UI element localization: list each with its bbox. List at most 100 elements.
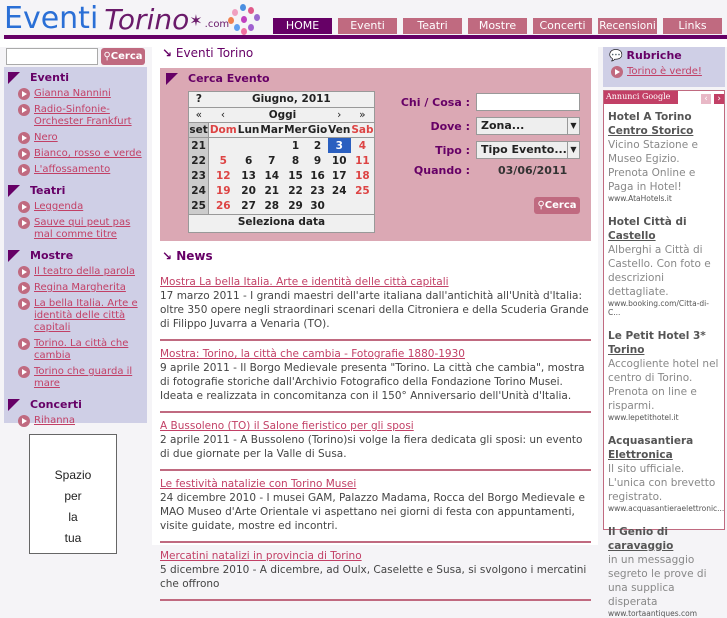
calendar-day[interactable]: 10 — [328, 153, 351, 168]
nav-concerti[interactable]: Concerti — [533, 18, 592, 34]
ad-item[interactable]: Hotel A Torino Centro Storico Vicino Stazi… — [604, 110, 724, 203]
sidebar-item[interactable]: Nero — [18, 132, 147, 144]
chevron-right-icon[interactable]: › — [714, 94, 724, 104]
tipo-select[interactable]: Tipo Evento... ▼ — [476, 141, 580, 159]
ads-label[interactable]: Annunci Google — [604, 91, 679, 104]
calendar-day[interactable]: 13 — [237, 168, 260, 183]
ad-title[interactable]: Il Genio di — [608, 525, 721, 539]
calendar-day[interactable]: 22 — [284, 184, 308, 199]
nav-home[interactable]: HOME — [273, 18, 332, 34]
sidebar-link[interactable]: L'affossamento — [34, 164, 110, 176]
sidebar-link[interactable]: Leggenda — [34, 201, 83, 213]
rubriche-link[interactable]: Torino è verde! — [627, 66, 702, 78]
calendar-day[interactable]: 3 — [327, 137, 351, 154]
sidebar-item[interactable]: Torino che guarda il mare — [18, 366, 147, 390]
calendar-help[interactable]: ? — [189, 92, 209, 107]
calendar-day[interactable]: 4 — [351, 138, 374, 153]
calendar-day[interactable]: 24 — [328, 184, 351, 199]
news-link[interactable]: A Bussoleno (TO) il Salone fieristico pe… — [160, 420, 414, 432]
ad-title[interactable]: Le Petit Hotel 3* — [608, 329, 721, 343]
calendar-day[interactable]: 14 — [260, 168, 284, 183]
cerca-evento-button[interactable]: ⚲Cerca — [534, 197, 580, 214]
sidebar-link[interactable]: Rihanna — [34, 415, 75, 427]
sidebar-link[interactable]: Radio-Sinfonie-Orchester Frankfurt — [34, 104, 147, 128]
calendar-day[interactable]: 7 — [260, 153, 284, 168]
calendar-day[interactable]: 27 — [237, 199, 260, 214]
prev-month-button[interactable]: ‹ — [209, 107, 238, 122]
ad-url[interactable]: www.acquasantieraelettronic... — [608, 504, 724, 513]
news-link[interactable]: Le festività natalizie con Torino Musei — [160, 478, 356, 490]
ad-title-link[interactable]: Castello — [608, 229, 721, 243]
calendar-day[interactable]: 18 — [351, 168, 374, 183]
ad-item[interactable]: Acquasantiera Elettronica Il sito ufficial… — [604, 434, 724, 513]
sidebar-item[interactable]: Il teatro della parola — [18, 266, 147, 278]
calendar-day[interactable]: 25 — [351, 184, 374, 199]
calendar-day[interactable]: 2 — [307, 138, 327, 153]
nav-teatri[interactable]: Teatri — [403, 18, 462, 34]
calendar-day[interactable]: 23 — [307, 184, 327, 199]
sidebar-item[interactable]: Sauve qui peut pas mal comme titre — [18, 217, 147, 241]
calendar-day[interactable]: 8 — [284, 153, 308, 168]
calendar-day[interactable]: 26 — [209, 199, 238, 214]
search-input[interactable] — [6, 48, 98, 65]
calendar-day[interactable]: 19 — [209, 184, 238, 199]
ad-item[interactable]: Il Genio di caravaggio in un messaggio seg… — [604, 525, 724, 618]
ad-placeholder[interactable]: Spazio per la tua — [29, 434, 117, 554]
nav-recensioni[interactable]: Recensioni — [598, 18, 657, 34]
search-button[interactable]: ⚲Cerca — [101, 48, 145, 65]
calendar-day[interactable]: 9 — [307, 153, 327, 168]
news-link[interactable]: Mercatini natalizi in provincia di Torin… — [160, 550, 362, 562]
calendar-day[interactable]: 1 — [284, 138, 308, 153]
calendar-day[interactable]: 17 — [328, 168, 351, 183]
calendar-day[interactable]: 5 — [209, 153, 238, 168]
sidebar-item[interactable]: Gianna Nannini — [18, 88, 147, 100]
sidebar-link[interactable]: Sauve qui peut pas mal comme titre — [34, 217, 147, 241]
chevron-left-icon[interactable]: ‹ — [701, 94, 711, 104]
news-link[interactable]: Mostra: Torino, la città che cambia - Fo… — [160, 348, 465, 360]
calendar-day[interactable]: 20 — [237, 184, 260, 199]
dove-select[interactable]: Zona... ▼ — [476, 117, 580, 135]
sidebar-item[interactable]: Regina Margherita — [18, 282, 147, 294]
ad-title[interactable]: Acquasantiera — [608, 434, 721, 448]
calendar-day[interactable]: 11 — [351, 153, 374, 168]
sidebar-item[interactable]: Leggenda — [18, 201, 147, 213]
ad-title-link[interactable]: Centro Storico — [608, 124, 721, 138]
calendar-day[interactable]: 16 — [307, 168, 327, 183]
sidebar-item[interactable]: L'affossamento — [18, 164, 147, 176]
ad-title[interactable]: Hotel Città di — [608, 215, 721, 229]
ad-title[interactable]: Hotel A Torino — [608, 110, 721, 124]
calendar-day[interactable]: 29 — [284, 199, 308, 214]
sidebar-item[interactable]: Bianco, rosso e verde — [18, 148, 147, 160]
chi-input[interactable] — [476, 93, 580, 111]
nav-mostre[interactable]: Mostre — [468, 18, 527, 34]
next-month-button[interactable]: › — [328, 107, 351, 122]
site-logo[interactable]: Eventi Torino ✶ .com — [4, 1, 229, 36]
today-button[interactable]: Oggi — [237, 107, 327, 122]
sidebar-link[interactable]: Gianna Nannini — [34, 88, 111, 100]
ad-item[interactable]: Le Petit Hotel 3* Torino Accogliente hotel… — [604, 329, 724, 422]
calendar-day[interactable]: 21 — [260, 184, 284, 199]
sidebar-link[interactable]: Il teatro della parola — [34, 266, 135, 278]
sidebar-link[interactable]: Nero — [34, 132, 58, 144]
sidebar-item[interactable]: Radio-Sinfonie-Orchester Frankfurt — [18, 104, 147, 128]
ad-url[interactable]: www.tortaantiques.com — [608, 609, 721, 618]
sidebar-item[interactable]: Torino. La città che cambia — [18, 338, 147, 362]
sidebar-item[interactable]: La bella Italia. Arte e identità delle c… — [18, 298, 147, 334]
prev-year-button[interactable]: « — [189, 107, 209, 122]
ad-title-link[interactable]: Torino — [608, 343, 721, 357]
news-link[interactable]: Mostra La bella Italia. Arte e identità … — [160, 276, 449, 288]
sidebar-link[interactable]: Bianco, rosso e verde — [34, 148, 142, 160]
sidebar-link[interactable]: Regina Margherita — [34, 282, 126, 294]
calendar-day[interactable]: 6 — [237, 153, 260, 168]
nav-eventi[interactable]: Eventi — [338, 18, 397, 34]
next-year-button[interactable]: » — [351, 107, 374, 122]
sidebar-link[interactable]: Torino. La città che cambia — [34, 338, 147, 362]
ad-url[interactable]: www.booking.com/Citta-di-C... — [608, 299, 721, 317]
rubriche-item[interactable]: Torino è verde! — [611, 66, 719, 78]
calendar-day[interactable]: 30 — [307, 199, 327, 214]
ad-url[interactable]: www.lepetithotel.it — [608, 413, 721, 422]
ad-url[interactable]: www.AtaHotels.it — [608, 194, 721, 203]
sidebar-item[interactable]: Rihanna — [18, 415, 147, 427]
sidebar-link[interactable]: La bella Italia. Arte e identità delle c… — [34, 298, 147, 334]
ad-title-link[interactable]: Elettronica — [608, 448, 721, 462]
